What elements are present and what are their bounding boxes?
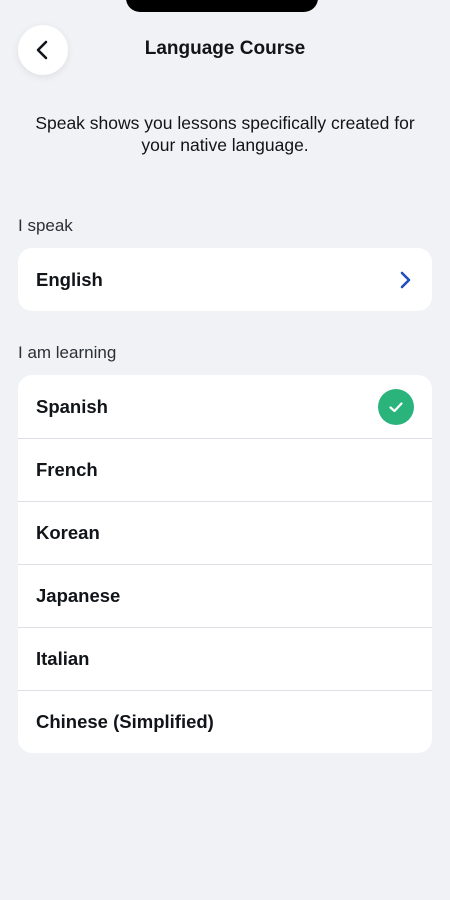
native-language-label: English (36, 268, 103, 290)
language-option-french[interactable]: French (18, 438, 432, 501)
intro-text: Speak shows you lessons specifically cre… (35, 113, 415, 155)
page-title: Language Course (144, 38, 306, 59)
language-option-chinese-simplified[interactable]: Chinese (Simplified) (18, 690, 432, 753)
language-option-label: French (36, 459, 98, 480)
language-option-italian[interactable]: Italian (18, 627, 432, 690)
native-language-row[interactable]: English (18, 248, 432, 311)
chevron-right-icon (400, 271, 411, 288)
native-language-card: English (18, 248, 432, 311)
native-language-section-label: I speak (18, 216, 73, 235)
language-option-label: Italian (36, 648, 90, 669)
language-option-label: Japanese (36, 585, 121, 606)
language-option-label: Spanish (36, 395, 108, 417)
learning-language-list: Spanish French Korean Japanese Italian C… (18, 375, 432, 753)
device-notch (126, 0, 318, 12)
header: Language Course (0, 24, 450, 76)
language-option-label: Chinese (Simplified) (36, 711, 214, 732)
language-option-spanish[interactable]: Spanish (18, 375, 432, 438)
language-option-korean[interactable]: Korean (18, 501, 432, 564)
check-circle-icon (378, 388, 414, 425)
language-option-label: Korean (36, 522, 100, 543)
learning-section-label: I am learning (18, 343, 117, 362)
language-option-japanese[interactable]: Japanese (18, 564, 432, 627)
